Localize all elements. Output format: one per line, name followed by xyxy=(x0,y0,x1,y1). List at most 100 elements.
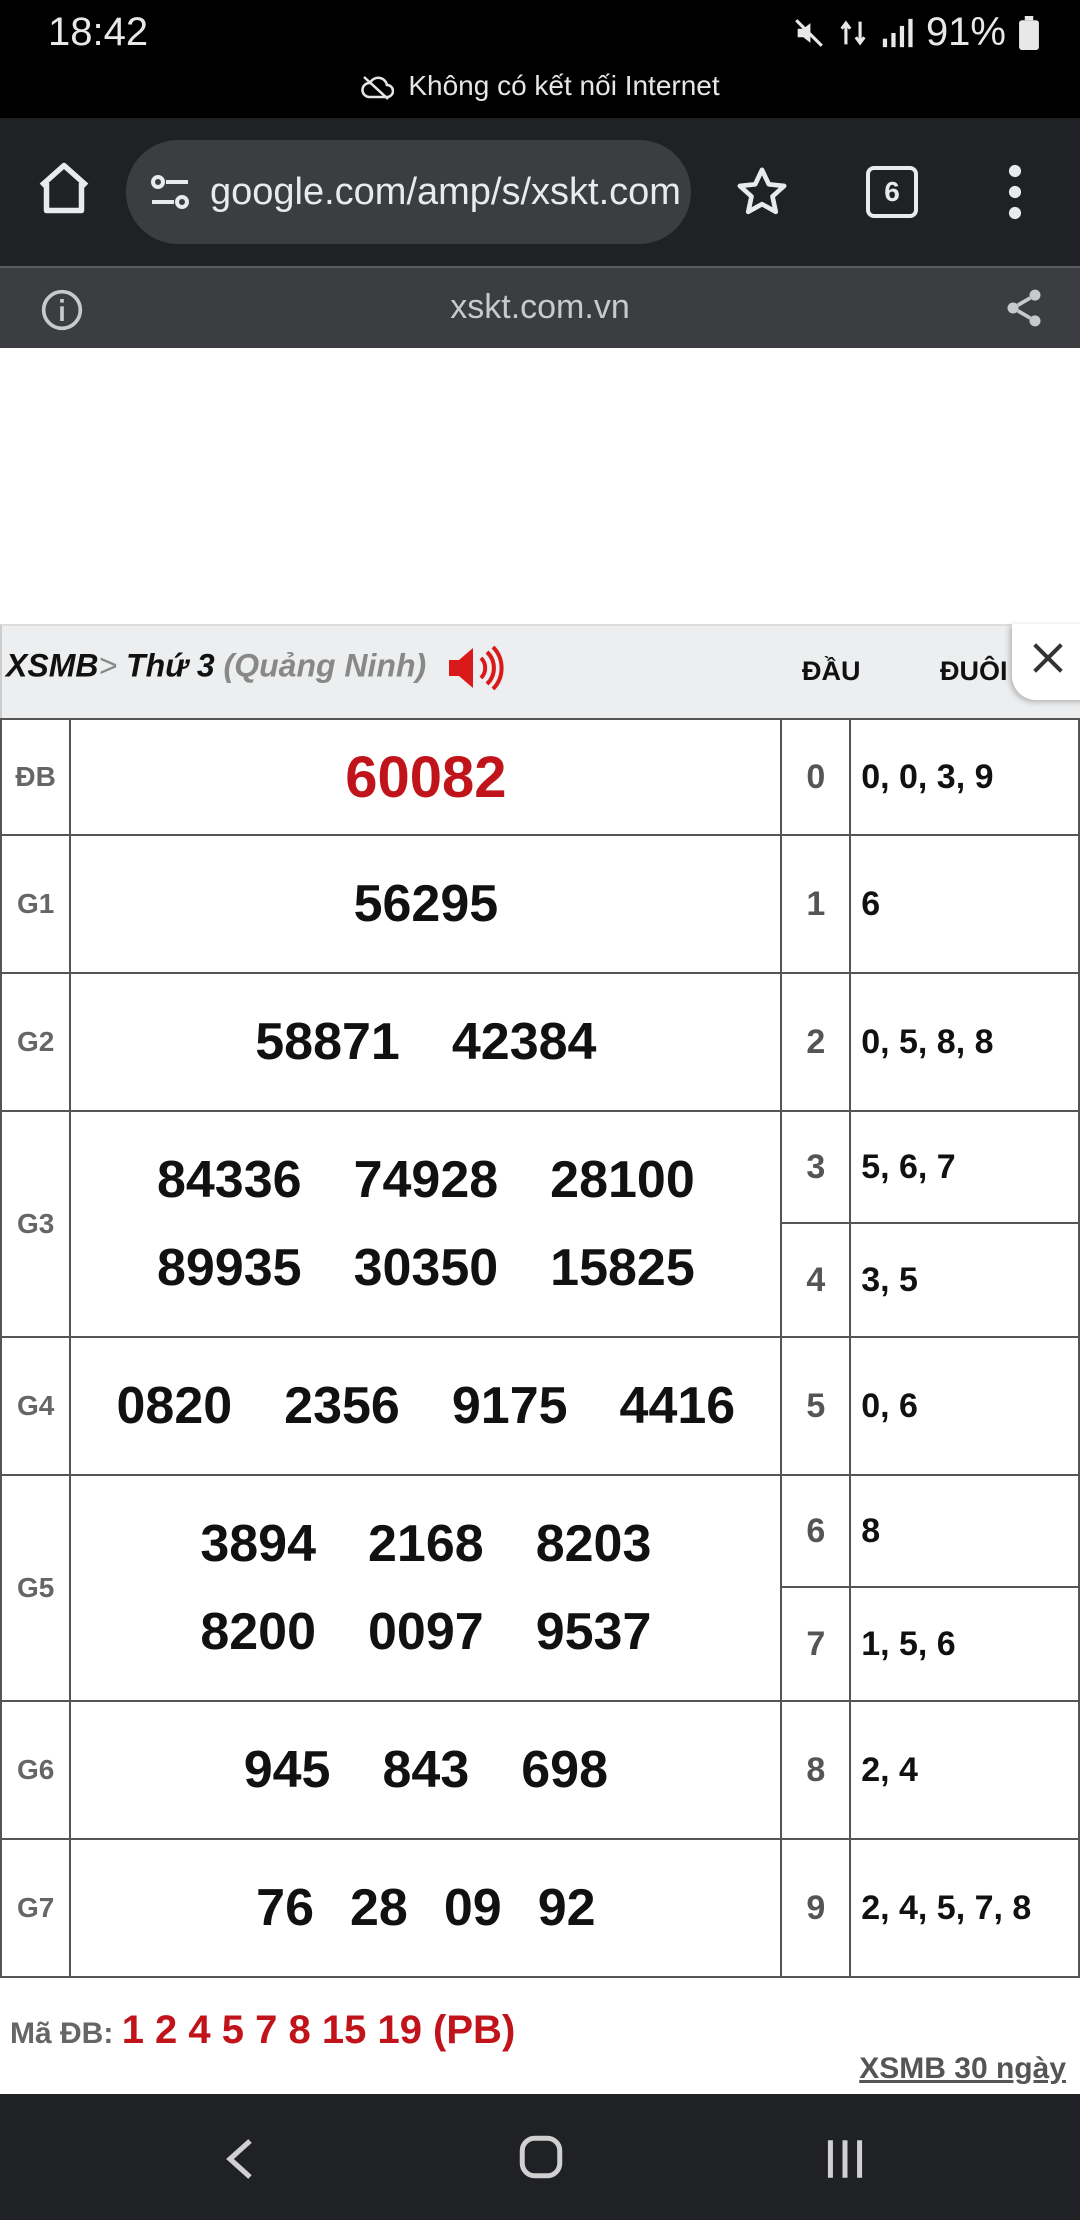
prize-number: 42384 xyxy=(451,1013,597,1071)
prize-number: 74928 xyxy=(353,1151,499,1209)
table-row: G1 56295 1 6 xyxy=(0,834,1080,974)
loto-head: 1 xyxy=(780,834,852,974)
table-row: G4 0820 2356 9175 4416 5 0, 6 xyxy=(0,1336,1080,1476)
tab-switcher-button[interactable]: 6 xyxy=(866,166,918,218)
prize-number: 92 xyxy=(537,1879,596,1937)
prize-number: 843 xyxy=(382,1741,470,1799)
prize-number: 8200 xyxy=(200,1603,317,1661)
prize-label: G4 xyxy=(0,1336,72,1476)
prize-label: G1 xyxy=(0,834,72,974)
prize-label: G5 xyxy=(0,1474,72,1702)
prize-numbers: 945 843 698 xyxy=(69,1700,783,1840)
prize-number: 8203 xyxy=(535,1515,652,1573)
table-row: G5 3894 2168 8203 8200 0097 9537 6 8 xyxy=(0,1474,1080,1702)
prize-number: 09 xyxy=(443,1879,502,1937)
loto-tail: 2, 4 xyxy=(849,1700,1080,1840)
table-row: G7 76 28 09 92 9 2, 4, 5, 7, 8 xyxy=(0,1838,1080,1978)
loto-tail: 6 xyxy=(849,834,1080,974)
prize-numbers: 58871 42384 xyxy=(69,972,783,1112)
signal-icon xyxy=(882,18,913,47)
prize-number: 76 xyxy=(256,1879,315,1937)
loto-head: 7 xyxy=(780,1586,852,1702)
prize-number: 945 xyxy=(243,1741,331,1799)
status-icons: 91% xyxy=(792,10,1040,55)
prize-number: 2356 xyxy=(284,1377,400,1435)
home-nav-icon[interactable] xyxy=(516,2132,566,2182)
prize-label: G3 xyxy=(0,1110,72,1338)
prize-number: 15825 xyxy=(550,1239,695,1297)
prize-label: G6 xyxy=(0,1700,72,1840)
table-row: G6 945 843 698 8 2, 4 xyxy=(0,1700,1080,1840)
title-day[interactable]: Thứ 3 xyxy=(126,647,215,683)
bookmark-star-icon[interactable] xyxy=(734,164,790,220)
prize-number: 60082 xyxy=(345,744,507,810)
title-province: (Quảng Ninh) xyxy=(223,647,427,684)
results-header: XSMB> Thứ 3 (Quảng Ninh) ĐẦU ĐUÔI xyxy=(0,624,1080,718)
special-code-row: Mã ĐB: 1 2 4 5 7 8 15 19 (PB) xyxy=(10,2008,515,2053)
xsmb-30-days-link[interactable]: XSMB 30 ngày xyxy=(859,2052,1066,2086)
address-bar[interactable]: google.com/amp/s/xskt.com.vn xyxy=(126,140,691,244)
prize-label: G7 xyxy=(0,1838,72,1978)
prize-number: 4416 xyxy=(619,1377,736,1435)
loto-tail: 3, 5 xyxy=(849,1222,1080,1338)
prize-numbers: 76 28 09 92 xyxy=(69,1838,783,1978)
mute-icon xyxy=(795,18,823,47)
site-settings-icon[interactable] xyxy=(146,168,194,216)
battery-icon xyxy=(1019,15,1039,50)
loto-head: 5 xyxy=(780,1336,852,1476)
prize-number: 3894 xyxy=(200,1515,317,1573)
more-vert-icon[interactable] xyxy=(1000,164,1030,220)
prize-numbers: 56295 xyxy=(69,834,783,974)
browser-toolbar: google.com/amp/s/xskt.com.vn 6 xyxy=(0,118,1080,266)
prize-number: 0097 xyxy=(368,1603,484,1661)
column-tail-label: ĐUÔI xyxy=(940,656,1008,686)
loto-head: 0 xyxy=(780,718,852,836)
results-card: XSMB> Thứ 3 (Quảng Ninh) ĐẦU ĐUÔI ĐB 600… xyxy=(0,624,1080,2096)
loto-head: 4 xyxy=(780,1222,852,1338)
system-nav-bar xyxy=(0,2094,1080,2220)
prize-numbers: 3894 2168 8203 8200 0097 9537 xyxy=(69,1474,783,1702)
table-row: ĐB 60082 0 0, 0, 3, 9 xyxy=(0,718,1080,836)
recent-apps-icon[interactable] xyxy=(820,2134,870,2184)
prize-number: 9537 xyxy=(535,1603,652,1661)
loto-head: 6 xyxy=(780,1474,852,1588)
results-title: XSMB> Thứ 3 (Quảng Ninh) xyxy=(6,642,507,694)
title-separator: > xyxy=(98,647,118,684)
prize-number: 84336 xyxy=(156,1151,302,1209)
loto-tail: 1, 5, 6 xyxy=(849,1586,1080,1702)
special-prize-number: 60082 xyxy=(69,718,783,836)
prize-label: G2 xyxy=(0,972,72,1112)
loto-tail: 0, 5, 8, 8 xyxy=(849,972,1080,1112)
special-code-values: 1 2 4 5 7 8 15 19 (PB) xyxy=(121,2008,516,2052)
prize-number: 9175 xyxy=(451,1377,568,1435)
back-icon[interactable] xyxy=(220,2134,260,2184)
loto-tail: 2, 4, 5, 7, 8 xyxy=(849,1838,1080,1978)
table-row: G3 84336 74928 28100 89935 30350 15825 3 5, … xyxy=(0,1110,1080,1338)
loto-tail: 0, 6 xyxy=(849,1336,1080,1476)
offline-text: Không có kết nối Internet xyxy=(408,70,720,101)
close-icon xyxy=(1033,643,1063,673)
loto-head: 9 xyxy=(780,1838,852,1978)
cloud-off-icon xyxy=(361,75,395,100)
title-xsmb-link[interactable]: XSMB xyxy=(6,647,98,683)
prize-number: 28100 xyxy=(550,1151,695,1209)
close-button[interactable] xyxy=(1012,624,1080,700)
table-row: G2 58871 42384 2 0, 5, 8, 8 xyxy=(0,972,1080,1112)
share-icon[interactable] xyxy=(1002,286,1046,330)
column-head-label: ĐẦU xyxy=(802,656,861,686)
loto-head: 2 xyxy=(780,972,852,1112)
prize-number: 30350 xyxy=(353,1239,499,1297)
amp-header-bar: xskt.com.vn xyxy=(0,266,1080,348)
ad-space xyxy=(0,348,1080,624)
speaker-icon[interactable] xyxy=(445,642,507,694)
special-code-label: Mã ĐB: xyxy=(10,2017,114,2050)
url-text[interactable]: google.com/amp/s/xskt.com.vn xyxy=(210,164,680,220)
status-bar: 18:42 91% Không có kết nối Internet xyxy=(0,0,1080,118)
offline-banner: Không có kết nối Internet xyxy=(0,70,1080,102)
loto-tail: 8 xyxy=(849,1474,1080,1588)
loto-head: 3 xyxy=(780,1110,852,1224)
prize-numbers: 0820 2356 9175 4416 xyxy=(69,1336,783,1476)
results-table: ĐB 60082 0 0, 0, 3, 9 G1 56295 1 6 G2 58… xyxy=(0,718,1080,1978)
loto-tail: 5, 6, 7 xyxy=(849,1110,1080,1224)
home-icon[interactable] xyxy=(34,158,94,218)
